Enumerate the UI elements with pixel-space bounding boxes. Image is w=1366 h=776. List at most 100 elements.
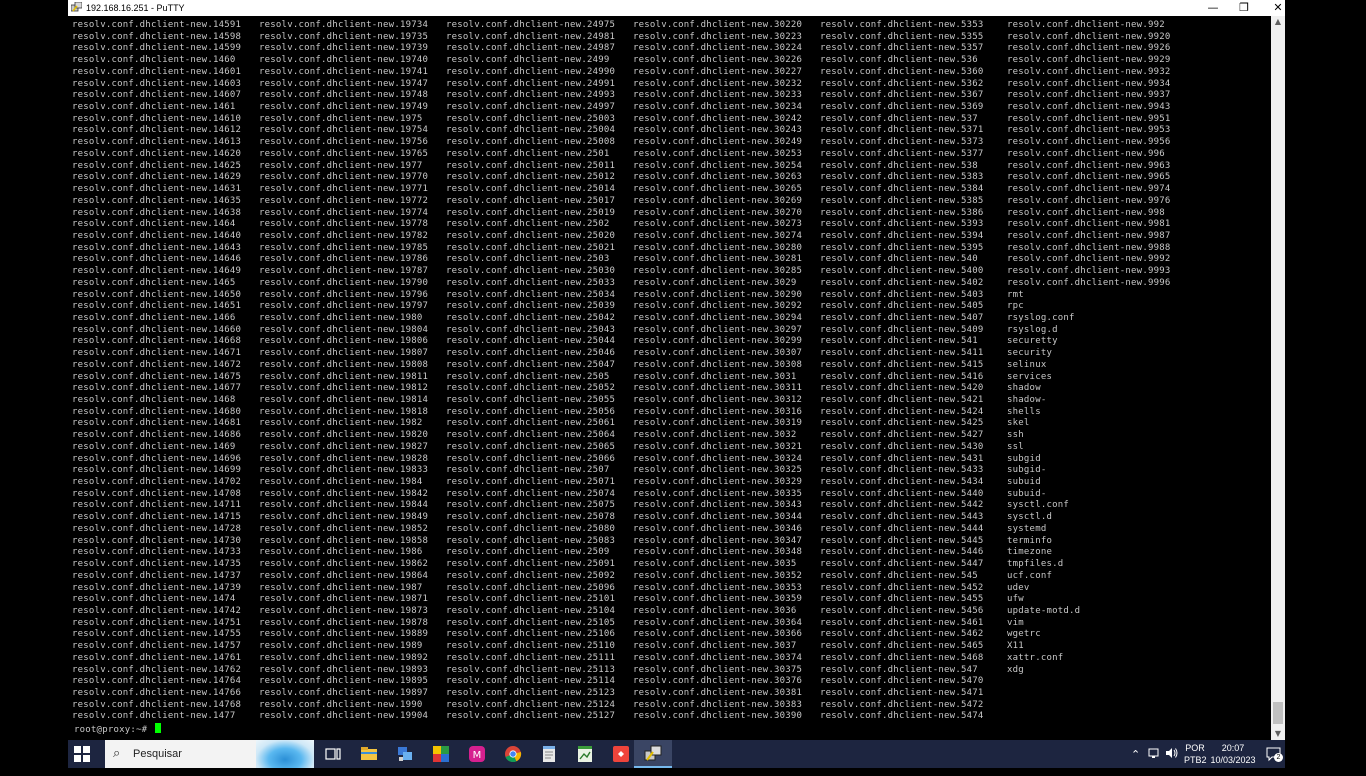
file-entry: resolv.conf.dhclient-new.545 <box>820 570 978 581</box>
vertical-scrollbar[interactable]: ▲ ▼ <box>1271 16 1285 740</box>
file-entry: resolv.conf.dhclient-new.14737 <box>72 570 242 581</box>
notepad-icon[interactable] <box>538 743 560 765</box>
scroll-down-arrow-icon[interactable]: ▼ <box>1272 728 1284 740</box>
file-entry: resolv.conf.dhclient-new.30325 <box>633 465 803 476</box>
file-entry: resolv.conf.dhclient-new.30281 <box>633 254 803 265</box>
file-entry: resolv.conf.dhclient-new.3032 <box>633 430 797 441</box>
anydesk-icon[interactable] <box>610 743 632 765</box>
window-title: 192.168.16.251 - PuTTY <box>86 3 185 13</box>
file-entry: resolv.conf.dhclient-new.14660 <box>72 324 242 335</box>
network-app-icon[interactable] <box>394 743 416 765</box>
windows-start-icon[interactable] <box>74 746 90 762</box>
file-entry: resolv.conf.dhclient-new.5421 <box>820 395 984 405</box>
volume-icon[interactable] <box>1165 746 1179 774</box>
file-entry: ucf.conf <box>1007 570 1053 581</box>
file-entry: resolv.conf.dhclient-new.5472 <box>820 699 984 710</box>
file-entry: resolv.conf.dhclient-new.30263 <box>633 172 803 183</box>
file-entry: resolv.conf.dhclient-new.19771 <box>259 184 429 195</box>
file-entry: resolv.conf.dhclient-new.25039 <box>446 301 616 312</box>
file-entry: resolv.conf.dhclient-new.19804 <box>259 324 429 335</box>
file-entry: resolv.conf.dhclient-new.25030 <box>446 266 616 277</box>
file-entry: resolv.conf.dhclient-new.19897 <box>259 687 429 698</box>
file-entry: resolv.conf.dhclient-new.19808 <box>259 359 429 370</box>
file-entry: X11 <box>1007 641 1024 652</box>
file-entry: resolv.conf.dhclient-new.30223 <box>633 31 803 42</box>
file-entry: resolv.conf.dhclient-new.30348 <box>633 547 803 558</box>
file-entry: resolv.conf.dhclient-new.25021 <box>446 242 616 253</box>
file-entry: timezone <box>1007 547 1053 558</box>
pink-app-icon[interactable]: M <box>466 743 488 765</box>
terminal-area[interactable]: resolv.conf.dhclient-new.14591 resolv.con… <box>70 16 1283 740</box>
file-entry: resolv.conf.dhclient-new.14715 <box>72 512 242 523</box>
file-entry: resolv.conf.dhclient-new.9953 <box>1007 125 1171 136</box>
file-entry: resolv.conf.dhclient-new.19871 <box>259 594 429 605</box>
title-bar[interactable]: 192.168.16.251 - PuTTY — ❐ ✕ <box>68 0 1285 16</box>
file-entry: resolv.conf.dhclient-new.14671 <box>72 348 242 359</box>
color-app-icon[interactable] <box>430 743 452 765</box>
ls-column: resolv.conf.dhclient-new.30220 resolv.con… <box>633 20 802 723</box>
file-entry: resolv.conf.dhclient-new.5474 <box>820 711 984 722</box>
file-entry: resolv.conf.dhclient-new.9920 <box>1007 31 1171 42</box>
file-entry: resolv.conf.dhclient-new.19782 <box>259 230 429 241</box>
clock[interactable]: 20:07 10/03/2023 <box>1208 742 1258 770</box>
file-entry: resolv.conf.dhclient-new.5452 <box>820 582 984 593</box>
file-entry: resolv.conf.dhclient-new.25123 <box>446 687 616 698</box>
spreadsheet-app-icon[interactable] <box>574 743 596 765</box>
show-hidden-icons-icon[interactable]: ⌃ <box>1131 748 1140 776</box>
close-button[interactable]: ✕ <box>1263 0 1293 16</box>
file-entry: resolv.conf.dhclient-new.19849 <box>259 512 429 523</box>
file-entry: resolv.conf.dhclient-new.5353 <box>820 20 984 30</box>
file-entry: resolv.conf.dhclient-new.9981 <box>1007 219 1171 230</box>
file-entry: resolv.conf.dhclient-new.25083 <box>446 535 616 546</box>
maximize-button[interactable]: ❐ <box>1229 0 1259 16</box>
file-entry: resolv.conf.dhclient-new.19828 <box>259 453 429 464</box>
file-entry: resolv.conf.dhclient-new.25101 <box>446 594 616 605</box>
file-entry: resolv.conf.dhclient-new.14646 <box>72 254 242 265</box>
file-entry: resolv.conf.dhclient-new.5431 <box>820 453 984 464</box>
file-entry: resolv.conf.dhclient-new.14677 <box>72 383 242 394</box>
file-entry: resolv.conf.dhclient-new.19818 <box>259 406 429 417</box>
file-entry: resolv.conf.dhclient-new.19895 <box>259 676 429 687</box>
scroll-up-arrow-icon[interactable]: ▲ <box>1272 16 1284 28</box>
search-highlight-image[interactable] <box>256 740 314 768</box>
file-entry: resolv.conf.dhclient-new.9929 <box>1007 55 1171 66</box>
file-entry: services <box>1007 371 1053 382</box>
chrome-icon[interactable] <box>502 743 524 765</box>
file-entry: resolv.conf.dhclient-new.24981 <box>446 31 616 42</box>
file-entry: terminfo <box>1007 535 1053 546</box>
file-entry: resolv.conf.dhclient-new.14638 <box>72 207 242 218</box>
file-entry: resolv.conf.dhclient-new.19734 <box>259 20 429 30</box>
file-entry: resolv.conf.dhclient-new.25047 <box>446 359 616 370</box>
file-entry: resolv.conf.dhclient-new.1982 <box>259 418 423 429</box>
command-prompt[interactable]: root@proxy:~# <box>74 723 161 735</box>
file-entry: resolv.conf.dhclient-new.25056 <box>446 406 616 417</box>
file-entry: resolv.conf.dhclient-new.30285 <box>633 266 803 277</box>
file-explorer-icon[interactable] <box>358 743 380 765</box>
language-indicator[interactable]: POR PTB2 <box>1184 742 1207 770</box>
file-entry: resolv.conf.dhclient-new.25124 <box>446 699 616 710</box>
notification-center-icon[interactable]: 2 <box>1266 746 1283 774</box>
file-entry: resolv.conf.dhclient-new.14613 <box>72 137 242 148</box>
file-entry: rsyslog.conf <box>1007 312 1075 323</box>
minimize-button[interactable]: — <box>1198 0 1228 16</box>
scrollbar-thumb[interactable] <box>1273 702 1283 724</box>
file-entry: resolv.conf.dhclient-new.30366 <box>633 629 803 640</box>
file-entry: resolv.conf.dhclient-new.2501 <box>446 148 610 159</box>
task-view-icon[interactable] <box>322 743 344 765</box>
file-entry: resolv.conf.dhclient-new.1477 <box>72 711 236 722</box>
file-entry: resolv.conf.dhclient-new.19778 <box>259 219 429 230</box>
file-entry: resolv.conf.dhclient-new.19889 <box>259 629 429 640</box>
file-entry: resolv.conf.dhclient-new.3029 <box>633 277 797 288</box>
putty-taskbar-button[interactable] <box>634 740 672 768</box>
file-entry: resolv.conf.dhclient-new.1975 <box>259 113 423 124</box>
ls-column: resolv.conf.dhclient-new.5353 resolv.conf… <box>820 20 984 723</box>
file-entry: resolv.conf.dhclient-new.25034 <box>446 289 616 300</box>
file-entry: resolv.conf.dhclient-new.1990 <box>259 699 423 710</box>
file-entry: resolv.conf.dhclient-new.19844 <box>259 500 429 511</box>
file-entry: rpc <box>1007 301 1024 312</box>
file-entry: resolv.conf.dhclient-new.25066 <box>446 453 616 464</box>
file-entry: resolv.conf.dhclient-new.1474 <box>72 594 236 605</box>
file-entry: resolv.conf.dhclient-new.19787 <box>259 266 429 277</box>
file-entry: resolv.conf.dhclient-new.5403 <box>820 289 984 300</box>
network-icon[interactable] <box>1148 746 1162 774</box>
